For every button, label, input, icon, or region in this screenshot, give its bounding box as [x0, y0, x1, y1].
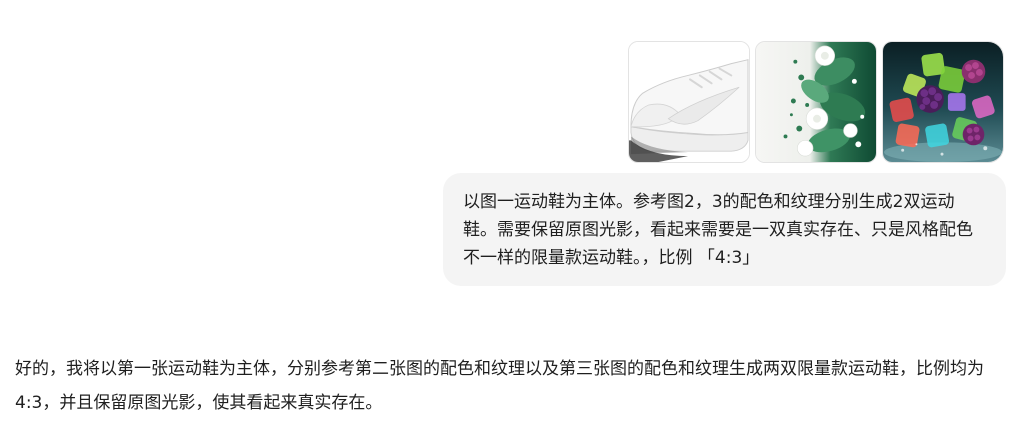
user-image-attachments — [628, 41, 1006, 163]
jelly-berries-image — [883, 42, 1003, 162]
attachment-image-1[interactable] — [628, 41, 750, 163]
attachment-image-3[interactable] — [882, 41, 1004, 163]
user-message-bubble: 以图一运动鞋为主体。参考图2，3的配色和纹理分别生成2双运动鞋。需要保留原图光影… — [443, 173, 1006, 286]
floral-texture-image — [756, 42, 876, 162]
assistant-message: 好的，我将以第一张运动鞋为主体，分别参考第二张图的配色和纹理以及第三张图的配色和… — [15, 359, 984, 413]
chat-conversation: 以图一运动鞋为主体。参考图2，3的配色和纹理分别生成2双运动鞋。需要保留原图光影… — [0, 0, 1016, 429]
sneaker-image — [629, 42, 749, 162]
attachment-image-2[interactable] — [755, 41, 877, 163]
